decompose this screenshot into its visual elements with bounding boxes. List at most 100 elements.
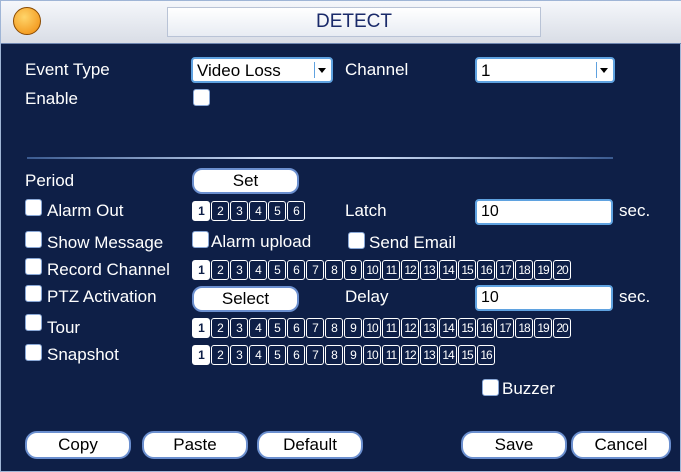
delay-label: Delay (345, 287, 389, 306)
channel-toggle-2[interactable]: 2 (211, 318, 229, 338)
alarm-upload-label: Alarm upload (211, 232, 312, 251)
channel-toggle-4[interactable]: 4 (249, 201, 267, 221)
channel-toggle-13[interactable]: 13 (420, 318, 438, 338)
channel-toggle-13[interactable]: 13 (420, 345, 438, 365)
delay-unit: sec. (619, 287, 651, 306)
channel-toggle-14[interactable]: 14 (439, 260, 457, 280)
channel-toggle-12[interactable]: 12 (401, 345, 419, 365)
channel-toggle-9[interactable]: 9 (344, 318, 362, 338)
save-button[interactable]: Save (461, 431, 567, 459)
enable-label: Enable (25, 89, 78, 108)
channel-dropdown[interactable]: 1 (475, 57, 615, 83)
channel-toggle-8[interactable]: 8 (325, 318, 343, 338)
channel-toggle-13[interactable]: 13 (420, 260, 438, 280)
alarm-out-channel-list: 123456 (192, 201, 305, 221)
channel-toggle-6[interactable]: 6 (287, 201, 305, 221)
tour-label: Tour (47, 318, 81, 337)
ptz-label: PTZ Activation (47, 287, 157, 306)
channel-toggle-7[interactable]: 7 (306, 345, 324, 365)
send-email-checkbox[interactable] (348, 232, 365, 249)
channel-toggle-14[interactable]: 14 (439, 318, 457, 338)
channel-toggle-4[interactable]: 4 (249, 345, 267, 365)
channel-toggle-3[interactable]: 3 (230, 345, 248, 365)
snapshot-checkbox[interactable] (25, 344, 42, 361)
channel-toggle-15[interactable]: 15 (458, 260, 476, 280)
channel-toggle-9[interactable]: 9 (344, 345, 362, 365)
period-label: Period (25, 171, 75, 190)
channel-toggle-7[interactable]: 7 (306, 260, 324, 280)
default-button[interactable]: Default (257, 431, 363, 459)
channel-toggle-9[interactable]: 9 (344, 260, 362, 280)
channel-toggle-3[interactable]: 3 (230, 201, 248, 221)
channel-toggle-15[interactable]: 15 (458, 318, 476, 338)
alarm-out-checkbox[interactable] (25, 199, 42, 216)
channel-toggle-11[interactable]: 11 (382, 260, 400, 280)
snapshot-label: Snapshot (47, 345, 119, 364)
cancel-button[interactable]: Cancel (571, 431, 671, 459)
show-message-checkbox[interactable] (25, 231, 42, 248)
channel-toggle-12[interactable]: 12 (401, 318, 419, 338)
channel-toggle-3[interactable]: 3 (230, 318, 248, 338)
channel-toggle-3[interactable]: 3 (230, 260, 248, 280)
channel-toggle-16[interactable]: 16 (477, 345, 495, 365)
buzzer-label: Buzzer (502, 379, 555, 398)
channel-toggle-8[interactable]: 8 (325, 260, 343, 280)
channel-toggle-5[interactable]: 5 (268, 345, 286, 365)
channel-toggle-20[interactable]: 20 (553, 318, 571, 338)
channel-toggle-1[interactable]: 1 (192, 260, 210, 280)
channel-toggle-10[interactable]: 10 (363, 260, 381, 280)
copy-button[interactable]: Copy (25, 431, 131, 459)
paste-button[interactable]: Paste (142, 431, 248, 459)
channel-toggle-1[interactable]: 1 (192, 201, 210, 221)
channel-toggle-10[interactable]: 10 (363, 345, 381, 365)
set-period-button[interactable]: Set (192, 168, 299, 194)
chevron-down-icon (314, 62, 329, 78)
channel-toggle-2[interactable]: 2 (211, 260, 229, 280)
latch-input[interactable]: 10 (475, 199, 613, 225)
enable-checkbox[interactable] (193, 89, 210, 106)
channel-toggle-19[interactable]: 19 (534, 318, 552, 338)
channel-toggle-7[interactable]: 7 (306, 318, 324, 338)
tour-checkbox[interactable] (25, 314, 42, 331)
channel-toggle-19[interactable]: 19 (534, 260, 552, 280)
channel-toggle-11[interactable]: 11 (382, 345, 400, 365)
event-type-dropdown[interactable]: Video Loss (191, 57, 333, 83)
channel-toggle-6[interactable]: 6 (287, 345, 305, 365)
alarm-upload-checkbox[interactable] (192, 231, 209, 248)
channel-toggle-8[interactable]: 8 (325, 345, 343, 365)
channel-toggle-4[interactable]: 4 (249, 260, 267, 280)
delay-input[interactable]: 10 (475, 285, 613, 311)
channel-toggle-15[interactable]: 15 (458, 345, 476, 365)
channel-toggle-2[interactable]: 2 (211, 345, 229, 365)
record-channel-checkbox[interactable] (25, 258, 42, 275)
channel-toggle-17[interactable]: 17 (496, 318, 514, 338)
ptz-select-button[interactable]: Select (192, 286, 299, 312)
channel-toggle-14[interactable]: 14 (439, 345, 457, 365)
channel-toggle-17[interactable]: 17 (496, 260, 514, 280)
channel-toggle-5[interactable]: 5 (268, 260, 286, 280)
channel-toggle-12[interactable]: 12 (401, 260, 419, 280)
channel-toggle-6[interactable]: 6 (287, 318, 305, 338)
channel-toggle-5[interactable]: 5 (268, 201, 286, 221)
channel-toggle-2[interactable]: 2 (211, 201, 229, 221)
channel-toggle-4[interactable]: 4 (249, 318, 267, 338)
channel-toggle-11[interactable]: 11 (382, 318, 400, 338)
channel-toggle-18[interactable]: 18 (515, 318, 533, 338)
tour-channel-list: 1 2 3 4 5 6 7 8 9 10 11 12 13 14 15 16 17 18 19 20 (192, 318, 571, 338)
channel-toggle-5[interactable]: 5 (268, 318, 286, 338)
ptz-checkbox[interactable] (25, 285, 42, 302)
buzzer-checkbox[interactable] (482, 379, 499, 396)
channel-toggle-6[interactable]: 6 (287, 260, 305, 280)
latch-unit: sec. (619, 201, 651, 220)
channel-toggle-10[interactable]: 10 (363, 318, 381, 338)
window-title: DETECT (167, 7, 541, 37)
event-type-value: Video Loss (197, 61, 281, 80)
record-channel-label: Record Channel (47, 260, 170, 279)
channel-toggle-1[interactable]: 1 (192, 318, 210, 338)
channel-toggle-20[interactable]: 20 (553, 260, 571, 280)
channel-toggle-1[interactable]: 1 (192, 345, 210, 365)
channel-toggle-16[interactable]: 16 (477, 260, 495, 280)
record-channel-list: 1 2 3 4 5 6 7 8 9 10 11 12 13 14 15 16 17 18 19 20 (192, 260, 571, 280)
channel-toggle-16[interactable]: 16 (477, 318, 495, 338)
channel-toggle-18[interactable]: 18 (515, 260, 533, 280)
